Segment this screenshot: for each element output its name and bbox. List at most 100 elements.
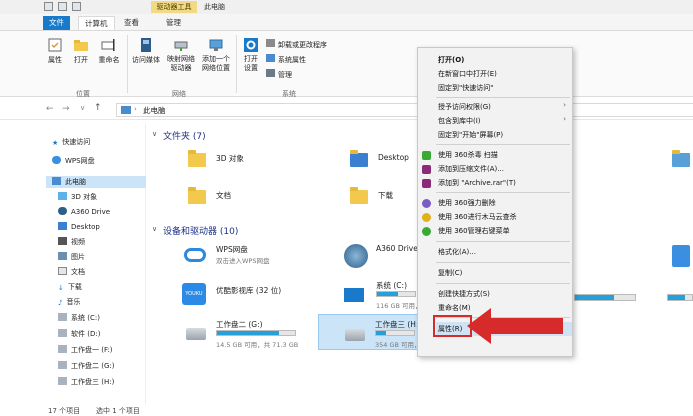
- folder-label: 文档: [216, 191, 231, 200]
- folder-documents[interactable]: 文档: [188, 187, 231, 206]
- nav-label: 快速访问: [62, 138, 91, 146]
- folder-label: 下载: [378, 191, 393, 200]
- folder-label: Desktop: [378, 153, 409, 162]
- menu-pin-quick-access[interactable]: 固定到"快速访问": [438, 82, 493, 94]
- menu-add-archive[interactable]: 添加到压缩文件(A)...: [422, 163, 504, 175]
- menu-open-new-window[interactable]: 在新窗口中打开(E): [438, 68, 497, 80]
- nav-documents[interactable]: 文档: [58, 266, 85, 278]
- nav-3d-objects[interactable]: 3D 对象: [58, 191, 97, 203]
- menu-open[interactable]: 打开(O): [438, 54, 464, 66]
- menu-add-archive-rar[interactable]: 添加到 "Archive.rar"(T): [422, 177, 516, 189]
- up-arrow-icon[interactable]: ↑: [94, 103, 102, 113]
- device-a360[interactable]: A360 Drive: [344, 244, 418, 274]
- new-folder-qat-icon[interactable]: [72, 2, 81, 11]
- tab-manage[interactable]: 管理: [160, 16, 187, 30]
- menu-360-scan[interactable]: 使用 360杀毒 扫描: [422, 149, 498, 161]
- map-network-drive-button[interactable]: 映射网络 驱动器: [164, 37, 198, 73]
- nav-label: A360 Drive: [71, 208, 111, 216]
- nav-downloads[interactable]: ↓ 下载: [58, 281, 82, 293]
- add-network-location-button[interactable]: 添加一个 网络位置: [198, 37, 234, 73]
- properties-qat-icon[interactable]: [58, 2, 67, 11]
- menu-separator: [436, 144, 570, 145]
- folder-icon: [350, 187, 368, 204]
- video-icon: [58, 237, 67, 245]
- menu-pin-start[interactable]: 固定到"开始"屏幕(P): [438, 129, 503, 141]
- open-settings-button[interactable]: 打开 设置: [240, 37, 262, 73]
- menu-label: 添加到压缩文件(A)...: [438, 165, 504, 173]
- nav-quick-access[interactable]: ★ 快速访问: [52, 136, 90, 148]
- menu-360-trojan-scan[interactable]: 使用 360进行木马云查杀: [422, 211, 517, 223]
- menu-grant-access[interactable]: 授予访问权限(G): [438, 101, 491, 113]
- nav-a360[interactable]: A360 Drive: [58, 206, 110, 218]
- menu-label: 使用 360强力删除: [438, 199, 496, 207]
- cloud-icon: [52, 156, 61, 164]
- menu-separator: [436, 262, 570, 263]
- manage-icon: [266, 69, 275, 77]
- nav-this-pc[interactable]: 此电脑: [46, 176, 146, 188]
- uninstall-program-button[interactable]: 卸载或更改程序: [266, 39, 327, 50]
- menu-create-shortcut[interactable]: 创建快捷方式(S): [438, 288, 490, 300]
- nav-drive-h[interactable]: 工作盘三 (H:): [58, 376, 114, 388]
- menu-format[interactable]: 格式化(A)...: [438, 246, 476, 258]
- menu-360-force-delete[interactable]: 使用 360强力删除: [422, 197, 496, 209]
- folder-3d-objects[interactable]: 3D 对象: [188, 150, 244, 169]
- nav-desktop[interactable]: Desktop: [58, 221, 100, 233]
- partial-right-item: [570, 258, 650, 260]
- nav-pictures[interactable]: 图片: [58, 251, 85, 263]
- device-drive-g[interactable]: 工作盘二 (G:) 14.5 GB 可用，共 71.3 GB: [180, 316, 310, 350]
- media-icon: [141, 38, 151, 52]
- collapse-chevron-icon[interactable]: ∨: [152, 130, 157, 138]
- address-field[interactable]: › 此电脑 ›: [116, 103, 693, 117]
- folder-downloads[interactable]: 下载: [350, 187, 393, 206]
- system-properties-button[interactable]: 系统属性: [266, 54, 306, 65]
- folder-desktop[interactable]: Desktop: [350, 150, 409, 169]
- windows-drive-icon: [344, 288, 364, 302]
- back-arrow-icon[interactable]: ←: [46, 104, 54, 114]
- nav-music[interactable]: ♪ 音乐: [58, 296, 80, 308]
- chevron-right-icon: ›: [161, 105, 164, 113]
- quick-access-icon[interactable]: [44, 2, 53, 11]
- menu-copy[interactable]: 复制(C): [438, 267, 462, 279]
- manage-button[interactable]: 管理: [266, 69, 292, 80]
- folders-section-header[interactable]: 文件夹 (7): [163, 129, 206, 142]
- folder-label: 3D 对象: [216, 154, 244, 163]
- recent-dropdown-icon[interactable]: ∨: [80, 104, 85, 112]
- winrar-icon: [422, 179, 431, 188]
- device-drive-h[interactable]: 工作盘三 (H:) 354 GB 可用，共 482 GB: [318, 314, 453, 350]
- nav-drive-f[interactable]: 工作盘一 (F:): [58, 344, 113, 356]
- menu-label: 使用 360进行木马云查杀: [438, 213, 517, 221]
- menu-include-library[interactable]: 包含到库中(I): [438, 115, 481, 127]
- nav-drive-c[interactable]: 系统 (C:): [58, 312, 100, 324]
- drive-tools-tab[interactable]: 驱动器工具: [151, 1, 197, 13]
- device-drive-c[interactable]: 系统 (C:) 116 GB 可用，共 ...: [344, 280, 436, 310]
- document-icon: [58, 267, 67, 275]
- properties-label: 属性: [48, 56, 62, 64]
- nav-wps[interactable]: WPS网盘: [52, 155, 95, 167]
- device-wps[interactable]: WPS网盘 双击进入WPS网盘: [182, 244, 302, 274]
- folder-partial[interactable]: [672, 150, 690, 169]
- device-youku[interactable]: YOUKU 优酷影视库 (32 位): [182, 283, 312, 309]
- menu-360-manage-menu[interactable]: 使用 360管理右键菜单: [422, 225, 510, 237]
- rename-button[interactable]: 重命名: [94, 37, 124, 65]
- tab-file[interactable]: 文件: [43, 16, 70, 30]
- tab-view[interactable]: 查看: [118, 16, 145, 30]
- settings-gear-icon: [244, 38, 258, 52]
- collapse-chevron-icon[interactable]: ∨: [152, 225, 157, 233]
- nav-label: 视频: [71, 238, 85, 246]
- access-media-button[interactable]: 访问媒体: [131, 37, 161, 65]
- tab-computer[interactable]: 计算机: [78, 16, 115, 30]
- devices-section-header[interactable]: 设备和驱动器 (10): [163, 224, 238, 237]
- open-button[interactable]: 打开: [70, 37, 92, 65]
- nav-drive-d[interactable]: 软件 (D:): [58, 328, 100, 340]
- folder-icon: [188, 187, 206, 204]
- properties-button[interactable]: 属性: [44, 37, 66, 65]
- nav-videos[interactable]: 视频: [58, 236, 85, 248]
- nav-drive-g[interactable]: 工作盘二 (G:): [58, 360, 114, 372]
- menu-rename[interactable]: 重命名(M): [438, 302, 471, 314]
- menu-label: 添加到 "Archive.rar"(T): [438, 179, 516, 187]
- forward-arrow-icon[interactable]: →: [62, 104, 70, 114]
- item-count: 17 个项目: [48, 407, 81, 415]
- group-network-label: 网络: [172, 90, 186, 98]
- menu-label: 在新窗口中打开(E): [438, 70, 497, 78]
- ribbon-separator: [236, 35, 237, 93]
